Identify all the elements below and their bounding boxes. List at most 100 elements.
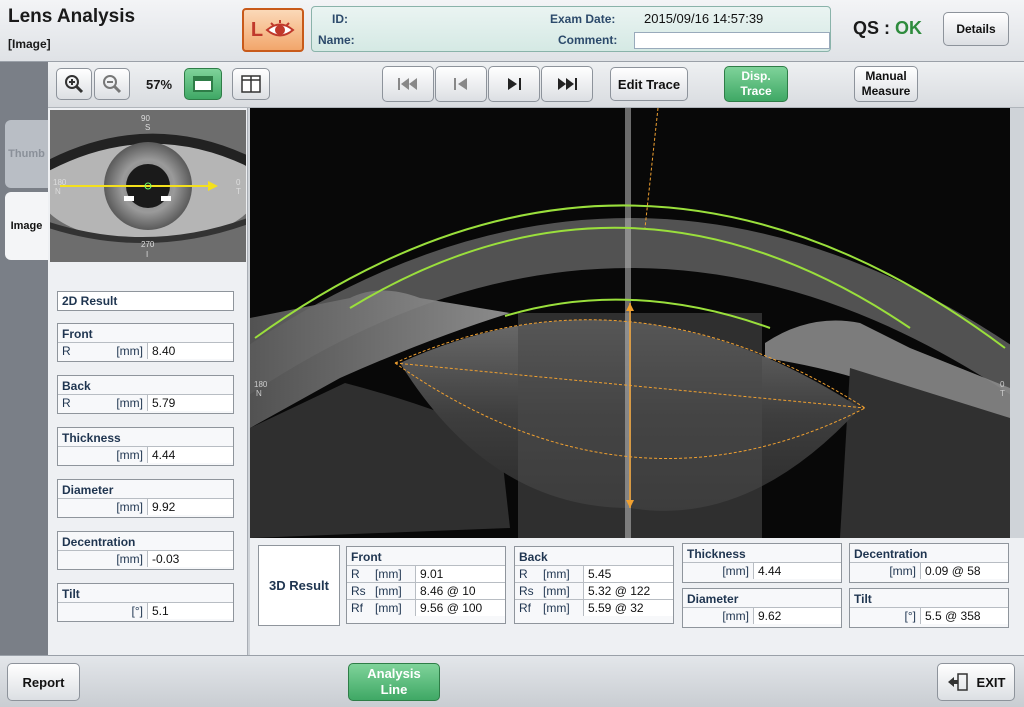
comment-field[interactable] bbox=[634, 32, 830, 49]
thickness-3d-unit: [mm] bbox=[722, 564, 749, 578]
first-frame-button[interactable] bbox=[382, 66, 434, 102]
decentration-2d-unit: [mm] bbox=[116, 552, 143, 566]
front-2d-param: R bbox=[62, 344, 71, 358]
single-view-button[interactable] bbox=[184, 68, 222, 100]
oct-left-deg: 180 bbox=[254, 380, 268, 389]
analysis-line-button[interactable]: Analysis Line bbox=[348, 663, 440, 701]
zoom-in-icon bbox=[65, 75, 84, 94]
last-frame-button[interactable] bbox=[541, 66, 593, 102]
thumb-top-letter: S bbox=[145, 123, 151, 132]
thumb-left-letter: N bbox=[55, 187, 61, 196]
eye-thumbnail[interactable]: 90 S 180 N 0 T 270 I bbox=[50, 110, 246, 262]
decentration-2d-value: -0.03 bbox=[147, 551, 233, 567]
back-2d-param: R bbox=[62, 396, 71, 410]
edit-trace-button[interactable]: Edit Trace bbox=[610, 67, 688, 101]
oct-right-deg: 0 bbox=[1000, 380, 1005, 389]
thickness-2d-unit: [mm] bbox=[116, 448, 143, 462]
exam-date-value: 2015/09/16 14:57:39 bbox=[644, 11, 764, 26]
zoom-out-button[interactable] bbox=[94, 68, 130, 100]
oct-right-letter: T bbox=[1000, 389, 1005, 398]
split-layout-icon bbox=[241, 75, 261, 93]
decentration-3d-title: Decentration bbox=[854, 547, 928, 561]
manual-measure-button[interactable]: Manual Measure bbox=[854, 66, 918, 102]
details-button[interactable]: Details bbox=[943, 12, 1009, 46]
back-2d-unit: [mm] bbox=[116, 396, 143, 410]
tilt-2d-value: 5.1 bbox=[147, 603, 233, 619]
back-3d-row-r: R [mm] 5.45 bbox=[515, 565, 673, 582]
thumb-top-deg: 90 bbox=[141, 114, 150, 123]
comment-label: Comment: bbox=[558, 33, 618, 47]
decentration-3d-unit: [mm] bbox=[889, 564, 916, 578]
thumb-left-deg: 180 bbox=[53, 178, 67, 187]
front-3d-table: Front R [mm] 9.01 Rs [mm] 8.46 @ 10 Rf [mm] 9.… bbox=[346, 546, 506, 624]
split-view-button[interactable] bbox=[232, 68, 270, 100]
result-2d-heading: 2D Result bbox=[57, 291, 234, 311]
decentration-3d-block: Decentration [mm] 0.09 @ 58 bbox=[849, 543, 1009, 583]
back-3d-row-rs: Rs [mm] 5.32 @ 122 bbox=[515, 582, 673, 599]
disp-trace-button[interactable]: Disp. Trace bbox=[724, 66, 788, 102]
header-bar: Lens Analysis [Image] L ID: Name: Exam D… bbox=[0, 0, 1024, 62]
tab-thumb[interactable]: Thumb bbox=[5, 120, 48, 188]
view-subtitle: [Image] bbox=[8, 37, 51, 51]
back-2d-block: Back R [mm] 5.79 bbox=[57, 375, 234, 414]
qs-value: OK bbox=[895, 18, 923, 38]
diameter-2d-block: Diameter [mm] 9.92 bbox=[57, 479, 234, 518]
oct-scan bbox=[250, 108, 1010, 538]
tilt-2d-block: Tilt [°] 5.1 bbox=[57, 583, 234, 622]
result-3d-heading: 3D Result bbox=[258, 545, 340, 626]
diameter-3d-unit: [mm] bbox=[722, 609, 749, 623]
tilt-3d-unit: [°] bbox=[904, 609, 916, 623]
thickness-2d-title: Thickness bbox=[62, 431, 121, 445]
diameter-3d-value: 9.62 bbox=[753, 608, 841, 624]
front-2d-title: Front bbox=[62, 327, 93, 341]
exam-date-label: Exam Date: bbox=[550, 12, 616, 26]
prev-frame-button[interactable] bbox=[435, 66, 487, 102]
zoom-out-icon bbox=[103, 75, 122, 94]
name-label: Name: bbox=[318, 33, 355, 47]
diameter-2d-unit: [mm] bbox=[116, 500, 143, 514]
thickness-3d-block: Thickness [mm] 4.44 bbox=[682, 543, 842, 583]
image-toolbar: 57% Edit Trace Disp. Trace Manual Measur… bbox=[48, 62, 1024, 108]
single-layout-icon bbox=[193, 76, 213, 92]
eye-side-button[interactable]: L bbox=[242, 8, 304, 52]
decentration-3d-value: 0.09 @ 58 bbox=[920, 563, 1008, 579]
thickness-2d-value: 4.44 bbox=[147, 447, 233, 463]
back-2d-value: 5.79 bbox=[147, 395, 233, 411]
front-3d-title: Front bbox=[351, 550, 382, 564]
front-2d-value: 8.40 bbox=[147, 343, 233, 359]
oct-cross-section-image[interactable]: 180 N 0 T bbox=[250, 108, 1010, 538]
report-button[interactable]: Report bbox=[7, 663, 80, 701]
step-back-icon bbox=[454, 78, 467, 90]
quality-status: QS : OK bbox=[853, 18, 922, 39]
zoom-in-button[interactable] bbox=[56, 68, 92, 100]
tilt-3d-value: 5.5 @ 358 bbox=[920, 608, 1008, 624]
tilt-2d-title: Tilt bbox=[62, 587, 80, 601]
tilt-3d-block: Tilt [°] 5.5 @ 358 bbox=[849, 588, 1009, 628]
exit-label: EXIT bbox=[976, 674, 1006, 690]
skip-last-icon bbox=[558, 78, 577, 90]
thumb-bottom-deg: 270 bbox=[141, 240, 155, 249]
thickness-3d-title: Thickness bbox=[687, 547, 746, 561]
qs-label: QS : bbox=[853, 18, 891, 38]
exit-door-icon bbox=[947, 673, 968, 691]
skip-first-icon bbox=[398, 78, 417, 90]
back-2d-title: Back bbox=[62, 379, 91, 393]
footer-bar: Report Analysis Line EXIT bbox=[0, 655, 1024, 707]
app-title: Lens Analysis bbox=[8, 6, 136, 27]
exit-button[interactable]: EXIT bbox=[937, 663, 1015, 701]
tilt-2d-unit: [°] bbox=[131, 604, 143, 618]
next-frame-button[interactable] bbox=[488, 66, 540, 102]
front-3d-row-rf: Rf [mm] 9.56 @ 100 bbox=[347, 599, 505, 616]
front-3d-row-rs: Rs [mm] 8.46 @ 10 bbox=[347, 582, 505, 599]
decentration-2d-block: Decentration [mm] -0.03 bbox=[57, 531, 234, 570]
front-2d-block: Front R [mm] 8.40 bbox=[57, 323, 234, 362]
thickness-3d-value: 4.44 bbox=[753, 563, 841, 579]
diameter-2d-value: 9.92 bbox=[147, 499, 233, 515]
thickness-2d-block: Thickness [mm] 4.44 bbox=[57, 427, 234, 466]
thumb-right-deg: 0 bbox=[236, 178, 241, 187]
back-3d-title: Back bbox=[519, 550, 548, 564]
zoom-level: 57% bbox=[146, 77, 173, 92]
thumb-right-letter: T bbox=[236, 187, 241, 196]
tab-image[interactable]: Image bbox=[5, 192, 48, 260]
diameter-3d-block: Diameter [mm] 9.62 bbox=[682, 588, 842, 628]
